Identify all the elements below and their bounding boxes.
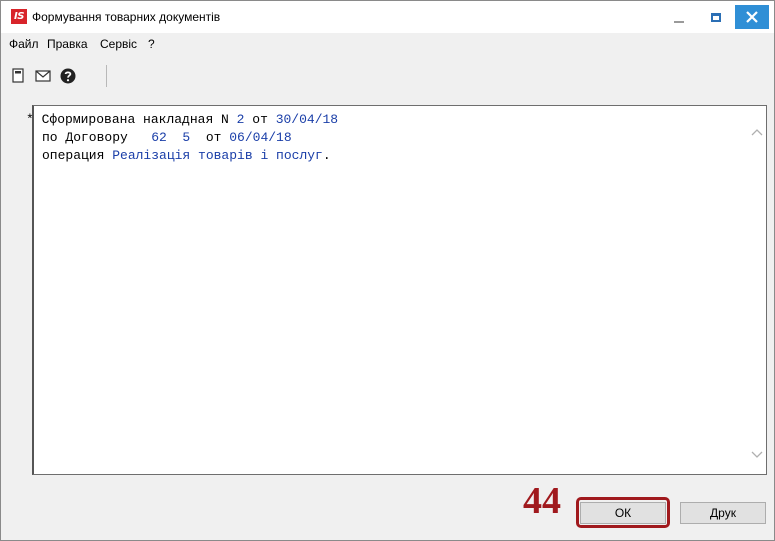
- close-icon: [746, 11, 758, 23]
- invoice-date: 30/04/18: [275, 112, 339, 127]
- maximize-icon: [711, 12, 721, 22]
- operation-text: операция: [42, 148, 113, 163]
- menu-edit[interactable]: Правка: [47, 37, 88, 51]
- menu-bar: Файл Правка Сервіс ?: [1, 34, 774, 56]
- title-bar[interactable]: IS Формування товарних документів: [1, 1, 774, 33]
- contract-date: 06/04/18: [229, 130, 292, 145]
- contract-from-text: от: [190, 130, 230, 145]
- menu-help[interactable]: ?: [148, 37, 155, 51]
- output-line-3: операция Реалізація товарів і послуг.: [42, 148, 331, 163]
- dialog-window: IS Формування товарних документів Файл П…: [0, 0, 775, 541]
- invoice-text: Сформирована накладная N: [41, 112, 237, 127]
- output-text-area[interactable]: * Сформирована накладная N 2 от 30/04/18…: [26, 105, 767, 475]
- scroll-down-icon[interactable]: [751, 451, 763, 459]
- toolbar: [1, 61, 774, 93]
- output-line-2: по Договору 62 5 от 06/04/18: [42, 130, 292, 145]
- toolbar-mail-button[interactable]: [34, 67, 52, 85]
- step-number-annotation: 44: [523, 480, 561, 522]
- contract-number: 62 5: [151, 130, 191, 145]
- operation-period: .: [322, 148, 331, 163]
- scroll-up-icon[interactable]: [751, 128, 763, 136]
- minimize-button[interactable]: [661, 5, 697, 29]
- document-icon: [12, 68, 24, 83]
- toolbar-separator: [106, 65, 107, 87]
- toolbar-help-button[interactable]: [59, 67, 77, 85]
- close-button[interactable]: [735, 5, 769, 29]
- window-title: Формування товарних документів: [32, 10, 221, 24]
- invoice-from-text: от: [244, 112, 276, 127]
- operation-name: Реалізація товарів і послуг: [112, 148, 323, 163]
- output-line-1: * Сформирована накладная N 2 от 30/04/18: [26, 112, 338, 127]
- maximize-button[interactable]: [698, 5, 734, 29]
- minimize-icon: [674, 21, 684, 23]
- envelope-icon: [35, 70, 51, 82]
- app-logo: IS: [11, 9, 27, 24]
- ok-button[interactable]: ОК: [580, 502, 666, 524]
- contract-text: по Договору: [42, 130, 152, 145]
- menu-file[interactable]: Файл: [9, 37, 39, 51]
- help-icon: [60, 68, 76, 84]
- bullet-marker: *: [26, 112, 34, 127]
- menu-service[interactable]: Сервіс: [100, 37, 137, 51]
- toolbar-document-button[interactable]: [9, 67, 27, 85]
- print-button[interactable]: Друк: [680, 502, 766, 524]
